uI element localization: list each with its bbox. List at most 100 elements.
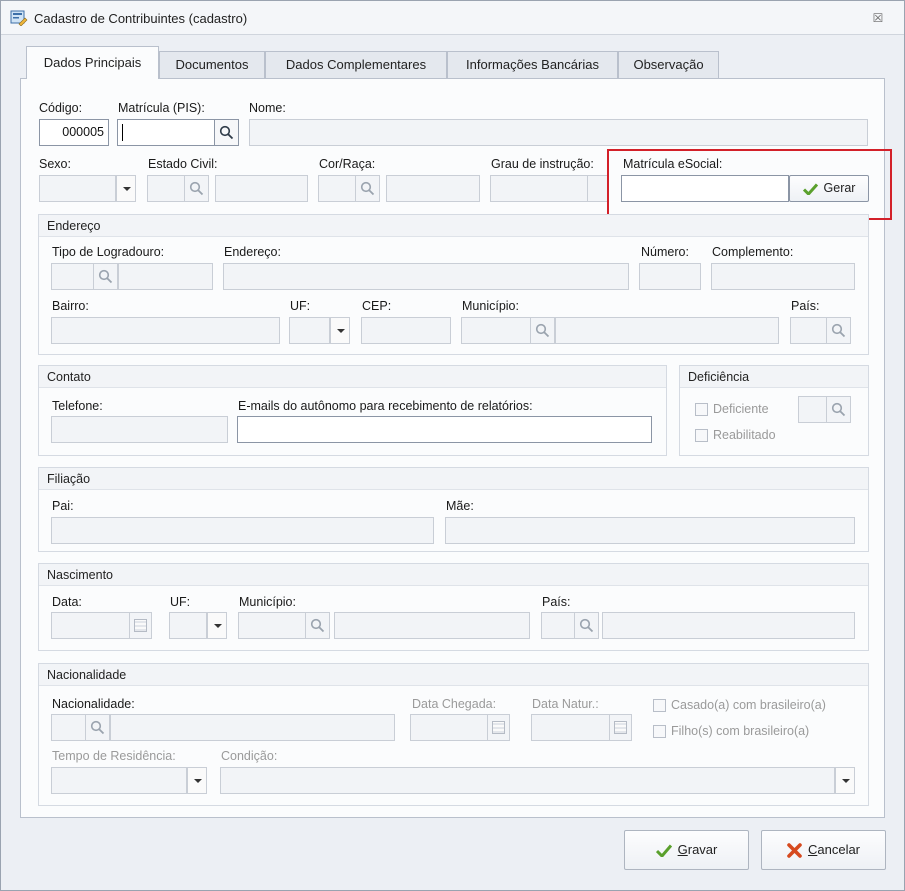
tab-dados-principais[interactable]: Dados Principais xyxy=(26,46,159,79)
deficiencia-code-input[interactable] xyxy=(798,396,827,423)
pais-label: País: xyxy=(791,299,820,313)
bairro-input[interactable] xyxy=(51,317,280,344)
pais-nascimento-description xyxy=(602,612,855,639)
deficiente-checkbox[interactable] xyxy=(695,403,708,416)
pais-nascimento-search-button[interactable] xyxy=(575,612,599,639)
matricula-pis-search-button[interactable] xyxy=(215,119,239,146)
tab-informacoes-bancarias[interactable]: Informações Bancárias xyxy=(447,51,618,78)
deficiencia-group-title: Deficiência xyxy=(680,366,868,388)
uf-select[interactable] xyxy=(289,317,330,344)
telefone-label: Telefone: xyxy=(52,399,103,413)
nacionalidade-search-button[interactable] xyxy=(86,714,110,741)
uf-label: UF: xyxy=(290,299,311,313)
numero-label: Número: xyxy=(641,245,689,259)
municipio-nascimento-code-input[interactable] xyxy=(238,612,306,639)
filhos-brasileiro-checkbox[interactable] xyxy=(653,725,666,738)
cor-raca-label: Cor/Raça: xyxy=(319,157,376,171)
grau-instrucao-code-input[interactable] xyxy=(490,175,588,202)
title-bar: Cadastro de Contribuintes (cadastro) ☒ xyxy=(1,1,904,35)
sexo-dropdown-button[interactable] xyxy=(116,175,136,202)
tempo-residencia-dropdown-button[interactable] xyxy=(187,767,207,794)
casado-brasileiro-label: Casado(a) com brasileiro(a) xyxy=(671,698,826,712)
data-chegada-calendar-button[interactable] xyxy=(488,714,510,741)
nacionalidade-label: Nacionalidade: xyxy=(52,697,135,711)
matricula-pis-input[interactable] xyxy=(117,119,215,146)
municipio-label: Município: xyxy=(462,299,519,313)
complemento-input[interactable] xyxy=(711,263,855,290)
condicao-dropdown-button[interactable] xyxy=(835,767,855,794)
estado-civil-label: Estado Civil: xyxy=(148,157,218,171)
numero-input[interactable] xyxy=(639,263,701,290)
window-title: Cadastro de Contribuintes (cadastro) xyxy=(34,11,248,26)
data-chegada-input[interactable] xyxy=(410,714,488,741)
tipo-logradouro-label: Tipo de Logradouro: xyxy=(52,245,165,259)
uf-nascimento-select[interactable] xyxy=(169,612,207,639)
cor-raca-search-button[interactable] xyxy=(356,175,380,202)
estado-civil-code-input[interactable] xyxy=(147,175,185,202)
casado-brasileiro-checkbox[interactable] xyxy=(653,699,666,712)
close-icon[interactable]: ☒ xyxy=(869,9,887,27)
uf-nascimento-dropdown-button[interactable] xyxy=(207,612,227,639)
data-natur-calendar-button[interactable] xyxy=(610,714,632,741)
mae-input[interactable] xyxy=(445,517,855,544)
search-icon xyxy=(189,181,204,196)
tab-documentos[interactable]: Documentos xyxy=(159,51,265,78)
grau-instrucao-search-button[interactable] xyxy=(588,175,608,202)
condicao-select[interactable] xyxy=(220,767,835,794)
data-nascimento-calendar-button[interactable] xyxy=(130,612,152,639)
sexo-label: Sexo: xyxy=(39,157,71,171)
nacionalidade-code-input[interactable] xyxy=(51,714,86,741)
reabilitado-checkbox[interactable] xyxy=(695,429,708,442)
estado-civil-search-button[interactable] xyxy=(185,175,209,202)
municipio-description xyxy=(555,317,779,344)
search-icon xyxy=(90,720,105,735)
uf-dropdown-button[interactable] xyxy=(330,317,350,344)
municipio-nascimento-description xyxy=(334,612,530,639)
data-nascimento-input[interactable] xyxy=(51,612,130,639)
search-icon xyxy=(310,618,325,633)
text-cursor xyxy=(122,124,123,141)
nacionalidade-group-title: Nacionalidade xyxy=(39,664,868,686)
municipio-search-button[interactable] xyxy=(531,317,555,344)
municipio-nascimento-search-button[interactable] xyxy=(306,612,330,639)
check-icon xyxy=(655,844,672,858)
cor-raca-code-input[interactable] xyxy=(318,175,356,202)
codigo-field[interactable]: 000005 xyxy=(39,119,109,146)
emails-input[interactable] xyxy=(237,416,652,443)
mae-label: Mãe: xyxy=(446,499,474,513)
endereco-input[interactable] xyxy=(223,263,629,290)
pai-label: Pai: xyxy=(52,499,74,513)
pais-nascimento-code-input[interactable] xyxy=(541,612,575,639)
telefone-input[interactable] xyxy=(51,416,228,443)
search-icon xyxy=(98,269,113,284)
cep-input[interactable] xyxy=(361,317,451,344)
deficiencia-search-button[interactable] xyxy=(827,396,851,423)
municipio-code-input[interactable] xyxy=(461,317,531,344)
pais-search-button[interactable] xyxy=(827,317,851,344)
calendar-icon xyxy=(492,721,505,734)
tipo-logradouro-code-input[interactable] xyxy=(51,263,94,290)
cancelar-button[interactable]: Cancelar xyxy=(761,830,886,870)
data-natur-input[interactable] xyxy=(531,714,610,741)
tab-observacao[interactable]: Observação xyxy=(618,51,719,78)
dialog-window: Cadastro de Contribuintes (cadastro) ☒ D… xyxy=(0,0,905,891)
gravar-button[interactable]: Gravar xyxy=(624,830,749,870)
pai-input[interactable] xyxy=(51,517,434,544)
sexo-select[interactable] xyxy=(39,175,116,202)
nacionalidade-description xyxy=(110,714,395,741)
pais-code-input[interactable] xyxy=(790,317,827,344)
condicao-label: Condição: xyxy=(221,749,278,763)
cancelar-button-label: Cancelar xyxy=(807,842,861,857)
deficiente-label: Deficiente xyxy=(713,402,769,416)
tempo-residencia-select[interactable] xyxy=(51,767,187,794)
tipo-logradouro-search-button[interactable] xyxy=(94,263,118,290)
app-icon xyxy=(10,10,28,26)
nascimento-group-title: Nascimento xyxy=(39,564,868,586)
search-icon xyxy=(831,402,846,417)
tab-dados-complementares[interactable]: Dados Complementares xyxy=(265,51,447,78)
calendar-icon xyxy=(614,721,627,734)
filhos-brasileiro-label: Filho(s) com brasileiro(a) xyxy=(671,724,810,738)
uf-nascimento-label: UF: xyxy=(170,595,191,609)
codigo-label: Código: xyxy=(39,101,83,115)
nome-input[interactable] xyxy=(249,119,868,146)
